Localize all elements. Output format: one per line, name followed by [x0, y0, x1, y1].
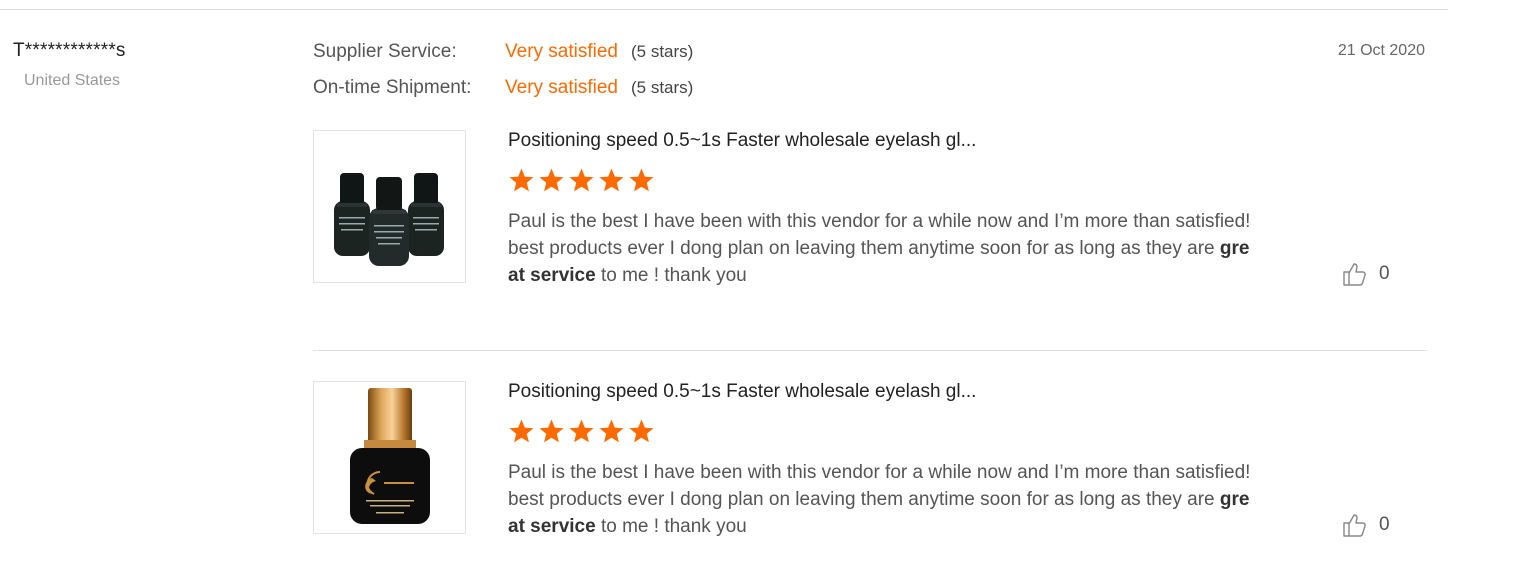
product-rating-stars — [508, 418, 655, 445]
product-review: Positioning speed 0.5~1s Faster wholesal… — [313, 130, 1427, 310]
like-button[interactable]: 0 — [1341, 261, 1390, 287]
rating-stars-text: (5 stars) — [631, 42, 694, 61]
review-text: Paul is the best I have been with this v… — [508, 459, 1253, 540]
rating-stars-text: (5 stars) — [631, 78, 694, 97]
star-icon — [569, 168, 594, 192]
star-icon — [599, 419, 624, 443]
star-icon — [629, 419, 654, 443]
reviewer-name: T************s — [13, 40, 126, 61]
reviewer-info: T************s United States — [13, 40, 126, 90]
rating-value: Very satisfied — [505, 77, 618, 98]
review-text: Paul is the best I have been with this v… — [508, 208, 1253, 289]
rating-label: Supplier Service: — [313, 41, 457, 62]
supplier-service-rating: Supplier Service: Very satisfied (5 star… — [313, 41, 693, 63]
product-review: Positioning speed 0.5~1s Faster wholesal… — [313, 381, 1427, 561]
thumbs-up-icon — [1343, 263, 1366, 286]
reviewer-country: United States — [24, 72, 121, 89]
three-black-glue-bottles-icon — [334, 173, 444, 266]
product-thumbnail[interactable] — [313, 130, 466, 283]
star-icon — [629, 168, 654, 192]
rating-value: Very satisfied — [505, 41, 618, 62]
like-count: 0 — [1379, 514, 1390, 535]
rating-label: On-time Shipment: — [313, 77, 472, 98]
review-date: 21 Oct 2020 — [1337, 42, 1425, 59]
product-thumbnail[interactable] — [313, 381, 466, 534]
review-text-part: to me ! thank you — [595, 516, 747, 537]
star-icon — [509, 168, 534, 192]
like-button[interactable]: 0 — [1341, 512, 1390, 538]
review-divider — [313, 350, 1427, 351]
star-icon — [539, 168, 564, 192]
review-text-part: to me ! thank you — [595, 265, 747, 286]
like-count: 0 — [1379, 263, 1390, 284]
thumbs-up-icon — [1343, 514, 1366, 537]
gold-cap-glue-bottle-icon — [350, 388, 430, 524]
star-icon — [509, 419, 534, 443]
star-icon — [539, 419, 564, 443]
shipment-rating: On-time Shipment: Very satisfied (5 star… — [313, 77, 693, 99]
product-title-link[interactable]: Positioning speed 0.5~1s Faster wholesal… — [508, 381, 976, 403]
product-title-link[interactable]: Positioning speed 0.5~1s Faster wholesal… — [508, 130, 976, 152]
star-icon — [599, 168, 624, 192]
star-icon — [569, 419, 594, 443]
product-rating-stars — [508, 167, 655, 194]
top-divider — [0, 9, 1448, 10]
review-text-part: Paul is the best I have been with this v… — [508, 211, 1251, 259]
review-text-part: Paul is the best I have been with this v… — [508, 462, 1251, 510]
